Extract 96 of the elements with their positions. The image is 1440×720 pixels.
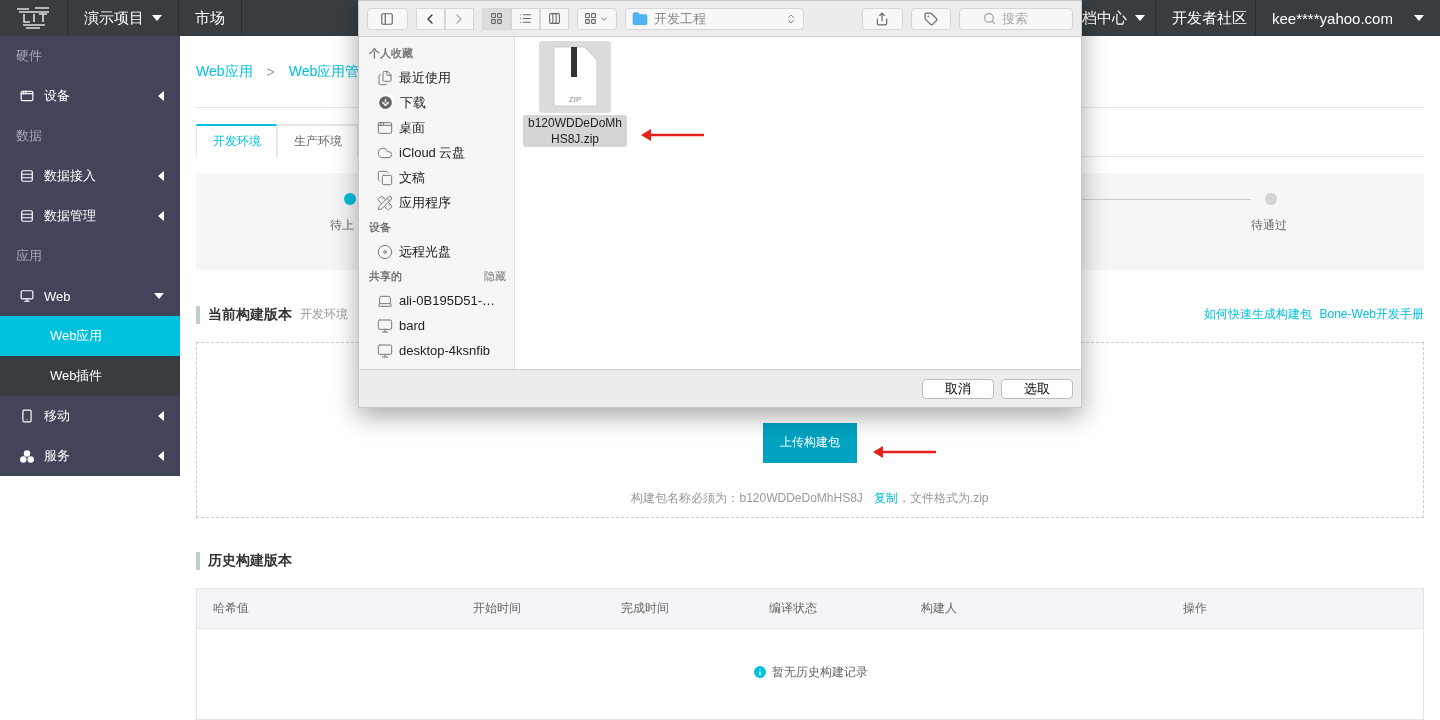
section-title: 历史构建版本	[208, 552, 292, 570]
share-icon	[875, 11, 890, 26]
pencil-ruler-icon	[377, 194, 393, 211]
location-item[interactable]: desktop-4ksnfib	[359, 338, 514, 363]
folder-icon	[632, 10, 648, 27]
sidebar-section-title: 数据	[15, 127, 43, 145]
pages-icon	[377, 169, 393, 186]
section-title: 当前构建版本	[208, 305, 292, 324]
empty-message: 暂无历史构建记录	[772, 663, 868, 681]
location-item[interactable]: 下载	[359, 90, 514, 115]
info-icon	[752, 664, 768, 680]
column-header: 开始时间	[473, 600, 522, 617]
column-header: 构建人	[921, 600, 958, 617]
grid-view-button[interactable]	[481, 7, 511, 30]
sidebar-item[interactable]: 数据管理	[0, 196, 180, 236]
columns-icon	[547, 12, 561, 25]
group-title: 设备	[369, 219, 391, 235]
location-item[interactable]: 桌面	[359, 115, 514, 140]
column-header: 操作	[1183, 600, 1208, 617]
sidebar-section-title: 应用	[15, 247, 43, 265]
caret-left-icon	[158, 411, 164, 421]
window-icon	[20, 89, 34, 103]
monitor-icon	[377, 342, 393, 359]
rows-icon	[20, 169, 34, 183]
dialog-button[interactable]: 选取	[1001, 378, 1073, 399]
hint-text: 构建包名称必须为：b120WDDeDoMhHS8J	[631, 489, 863, 507]
file-name: b120WDDeDoMhHS8J.zip	[523, 115, 627, 147]
section-marker	[196, 552, 200, 570]
back-button[interactable]	[415, 7, 445, 30]
caret-left-icon	[158, 451, 164, 461]
caret-left-icon	[158, 171, 164, 181]
sidebar-toggle-button[interactable]	[367, 7, 408, 30]
location-item[interactable]: 远程光盘	[359, 239, 514, 264]
hint-text: ，文件格式为.zip	[897, 489, 989, 507]
sidebar-item[interactable]: 设备	[0, 76, 180, 116]
location-item[interactable]: ali-0B195D51-…	[359, 288, 514, 313]
search-field[interactable]: 搜索	[959, 7, 1073, 30]
sidebar-item[interactable]: 数据接入	[0, 156, 180, 196]
location-item[interactable]: 应用程序	[359, 190, 514, 215]
hide-link[interactable]: 隐藏	[484, 268, 506, 284]
column-header: 完成时间	[621, 600, 670, 617]
disc-icon	[377, 243, 393, 260]
sidebar-item[interactable]: 服务	[0, 436, 180, 476]
rows-icon	[20, 209, 34, 223]
caret-down-icon	[154, 293, 164, 299]
tag-icon	[923, 11, 938, 26]
share-button[interactable]	[862, 7, 903, 30]
circles-icon	[20, 449, 34, 463]
sidebar-icon	[380, 11, 395, 26]
caret-left-icon	[158, 91, 164, 101]
tag-button[interactable]	[910, 7, 951, 30]
monitor-icon	[377, 317, 393, 334]
search-icon	[983, 12, 996, 25]
tab[interactable]: 生产环境	[277, 124, 358, 158]
file-thumbnail[interactable]: ZIP	[539, 41, 611, 113]
sidebar-subitem[interactable]: Web插件	[0, 356, 180, 396]
section-subtitle: 开发环境	[300, 306, 348, 324]
section-marker	[196, 305, 200, 324]
arrow-annotation	[872, 445, 938, 459]
step-label: 待上	[330, 217, 355, 235]
files-icon	[377, 69, 393, 86]
nav-menu[interactable]: 市场	[179, 0, 242, 36]
caret-down-icon	[152, 15, 162, 21]
grid-icon	[489, 12, 503, 25]
up-down-icon	[785, 12, 797, 25]
arrow-annotation	[640, 128, 706, 142]
breadcrumb-separator: >	[266, 63, 275, 80]
zip-file-icon: ZIP	[551, 46, 599, 108]
sidebar-section-title: 硬件	[15, 47, 43, 65]
monitor-icon	[20, 289, 34, 303]
caret-down-icon	[1414, 15, 1424, 21]
location-item[interactable]: bard	[359, 313, 514, 338]
nav-menu[interactable]: kee****yahoo.com	[1255, 0, 1440, 36]
column-header: 哈希值	[213, 600, 250, 617]
grid-icon	[584, 12, 598, 25]
location-item[interactable]: 最近使用	[359, 65, 514, 90]
caret-left-icon	[158, 211, 164, 221]
dialog-button[interactable]: 取消	[922, 378, 994, 399]
columns-view-button[interactable]	[539, 7, 569, 30]
phone-icon	[20, 409, 34, 423]
location-item[interactable]: 文稿	[359, 165, 514, 190]
caret-down-icon	[1135, 15, 1145, 21]
list-view-button[interactable]	[510, 7, 540, 30]
nav-menu[interactable]: 开发者社区	[1155, 0, 1255, 36]
group-title: 共享的	[369, 268, 402, 284]
group-title: 个人收藏	[369, 45, 413, 61]
window-icon	[377, 119, 393, 136]
location-item[interactable]: iCloud 云盘	[359, 140, 514, 165]
arrange-button[interactable]	[576, 7, 617, 30]
sidebar-item[interactable]: Web	[0, 276, 180, 316]
nav-menu[interactable]: 档中心	[1082, 0, 1155, 36]
download-icon	[377, 94, 394, 111]
step-label: 待通过	[1251, 217, 1288, 235]
list-icon	[518, 12, 532, 25]
sidebar-item[interactable]: 移动	[0, 396, 180, 436]
column-header: 编译状态	[769, 600, 818, 617]
